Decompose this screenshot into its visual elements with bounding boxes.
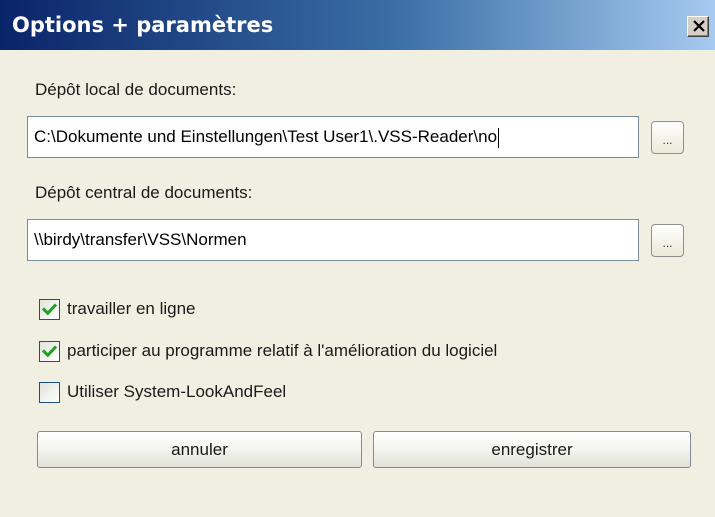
options-dialog: Options + paramètres Dépôt local de docu… xyxy=(0,0,715,517)
online-checkbox[interactable] xyxy=(39,299,60,320)
local-repo-label: Dépôt local de documents: xyxy=(35,80,237,99)
close-icon xyxy=(693,20,705,32)
save-button[interactable]: enregistrer xyxy=(373,431,691,468)
check-icon xyxy=(42,345,57,358)
central-repo-label: Dépôt central de documents: xyxy=(35,183,253,202)
text-caret xyxy=(498,127,500,148)
central-repo-input[interactable]: \\birdy\transfer\VSS\Normen xyxy=(27,219,639,261)
cancel-button[interactable]: annuler xyxy=(37,431,362,468)
online-label[interactable]: travailler en ligne xyxy=(67,299,196,319)
improvement-program-label[interactable]: participer au programme relatif à l'amél… xyxy=(67,341,497,361)
local-repo-browse-button[interactable]: ... xyxy=(651,121,684,154)
close-button[interactable] xyxy=(687,16,709,37)
local-repo-value: C:\Dokumente und Einstellungen\Test User… xyxy=(34,127,498,146)
dialog-title: Options + paramètres xyxy=(12,13,274,37)
check-icon xyxy=(42,303,57,316)
local-repo-input[interactable]: C:\Dokumente und Einstellungen\Test User… xyxy=(27,116,639,158)
system-lookandfeel-checkbox[interactable] xyxy=(39,382,60,403)
title-bar[interactable]: Options + paramètres xyxy=(0,0,715,50)
central-repo-value: \\birdy\transfer\VSS\Normen xyxy=(34,230,247,249)
system-lookandfeel-label[interactable]: Utiliser System-LookAndFeel xyxy=(67,382,286,402)
central-repo-browse-button[interactable]: ... xyxy=(651,224,684,257)
improvement-program-checkbox[interactable] xyxy=(39,341,60,362)
